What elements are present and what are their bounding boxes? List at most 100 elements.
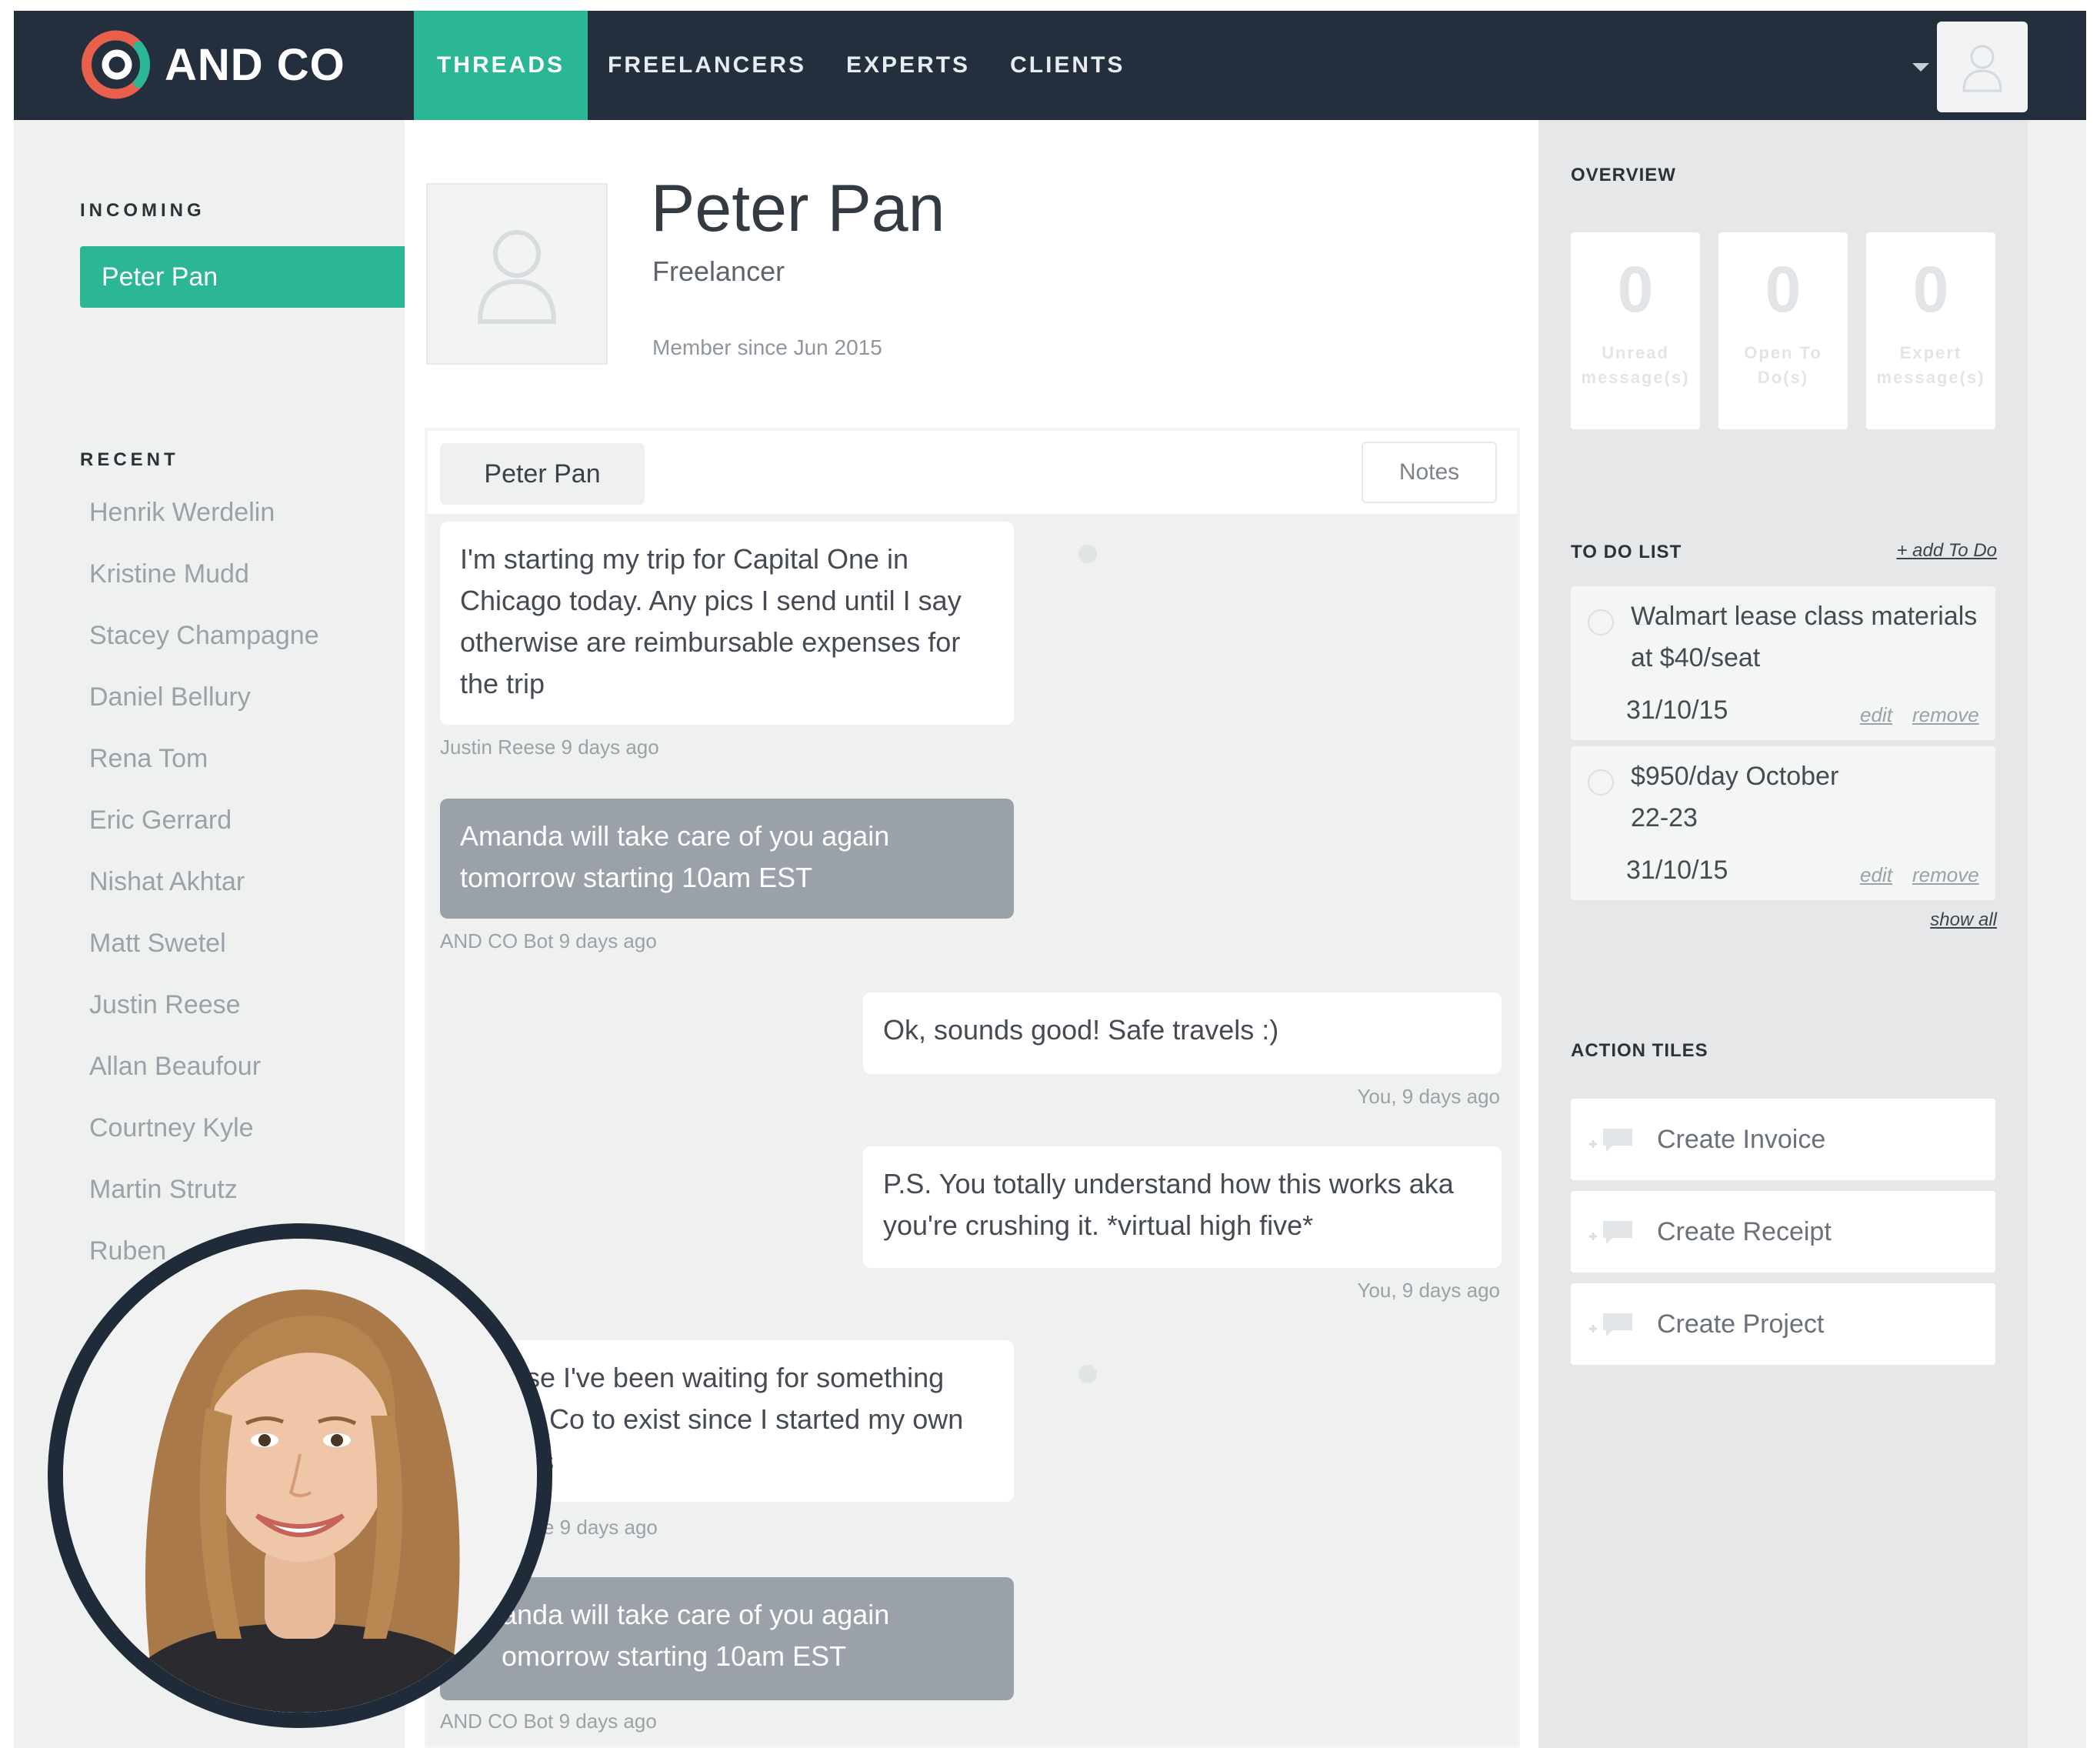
recent-thread-item[interactable]: Allan Beaufour — [89, 1036, 319, 1097]
recent-heading: RECENT — [80, 449, 179, 470]
circle-check-icon[interactable] — [1588, 609, 1614, 635]
stat-label: Open To Do(s) — [1718, 341, 1848, 390]
todo-date: 31/10/15 — [1626, 856, 1728, 885]
notes-button[interactable]: Notes — [1362, 442, 1497, 503]
read-indicator-dot — [1078, 1365, 1097, 1383]
message-line: the trip — [460, 668, 545, 699]
message-line: ss — [526, 1440, 994, 1482]
message-bubble-outgoing: P.S. You totally understand how this wor… — [863, 1146, 1502, 1268]
message-line: Chicago today. Any pics I send until I s… — [460, 585, 962, 616]
recent-thread-item[interactable]: Daniel Bellury — [89, 666, 319, 728]
stat-label-line: Unread — [1602, 343, 1669, 362]
todo-text: Walmart lease class materials at $40/sea… — [1631, 595, 1985, 679]
todo-text-line: $950/day October — [1631, 762, 1839, 791]
recent-thread-item[interactable]: Justin Reese — [89, 974, 319, 1036]
recent-thread-item[interactable]: Henrik Werdelin — [89, 482, 319, 543]
show-all-todos-link[interactable]: show all — [1930, 909, 1997, 931]
nav-experts[interactable]: EXPERTS — [826, 11, 990, 120]
todo-date: 31/10/15 — [1626, 696, 1728, 725]
create-project-tile[interactable]: Create Project — [1571, 1283, 1995, 1365]
stat-label-line: Do(s) — [1757, 368, 1809, 387]
read-indicator-dot — [1078, 545, 1097, 563]
todo-heading: TO DO LIST — [1571, 542, 1682, 562]
brand-logo[interactable]: AND CO — [78, 26, 345, 103]
recent-thread-item[interactable]: Martin Strutz — [89, 1159, 319, 1220]
tile-label: Create Project — [1657, 1309, 1825, 1339]
create-invoice-tile[interactable]: Create Invoice — [1571, 1099, 1995, 1180]
recent-thread-item[interactable]: Rena Tom — [89, 728, 319, 789]
stat-expert-messages[interactable]: 0 Expert message(s) — [1866, 232, 1995, 429]
tile-label: Create Receipt — [1657, 1216, 1832, 1246]
message-line: tomorrow starting 10am EST — [460, 862, 813, 893]
incoming-thread-item[interactable]: Peter Pan — [80, 246, 405, 308]
circle-check-icon[interactable] — [1588, 769, 1614, 796]
todo-remove-link[interactable]: remove — [1912, 863, 1979, 887]
profile-role: Freelancer — [652, 255, 785, 287]
overview-heading: OVERVIEW — [1571, 165, 1676, 185]
stat-label-line: Expert — [1899, 343, 1962, 362]
message-meta: You, 9 days ago — [1357, 1279, 1500, 1302]
todo-item[interactable]: $950/day October 22-23 31/10/15 edit rem… — [1571, 746, 1995, 900]
flag-plus-icon — [1589, 1129, 1632, 1152]
tab-conversation[interactable]: Peter Pan — [440, 443, 645, 505]
message-bubble-bot: Amanda will take care of you again tomor… — [440, 799, 1014, 919]
recent-thread-item[interactable]: Eric Gerrard — [89, 789, 319, 851]
message-thread: Peter Pan Notes I'm starting my trip for… — [425, 428, 1520, 1748]
profile-avatar — [426, 183, 608, 365]
stat-value: 0 — [1912, 253, 1949, 325]
person-silhouette-icon — [477, 230, 557, 324]
thread-main: Peter Pan Freelancer Member since Jun 20… — [405, 120, 1538, 1748]
main-nav: THREADS FREELANCERS EXPERTS CLIENTS — [414, 11, 1145, 120]
message-meta: AND CO Bot 9 days ago — [440, 1710, 657, 1733]
stat-label-line: message(s) — [1581, 368, 1690, 387]
nav-threads[interactable]: THREADS — [414, 11, 588, 120]
recent-thread-item[interactable]: Kristine Mudd — [89, 543, 319, 605]
page-gutter — [2028, 120, 2086, 1748]
flag-plus-icon — [1589, 1313, 1632, 1336]
message-meta: AND CO Bot 9 days ago — [440, 929, 657, 952]
stat-label: Expert message(s) — [1866, 341, 1995, 390]
stat-label-line: message(s) — [1876, 368, 1985, 387]
message-line: otherwise are reimbursable expenses for — [460, 626, 961, 658]
nav-freelancers[interactable]: FREELANCERS — [588, 11, 826, 120]
todo-edit-link[interactable]: edit — [1860, 863, 1892, 887]
todo-text-line: Walmart lease class materials — [1631, 602, 1978, 631]
member-since: Member since Jun 2015 — [652, 335, 882, 359]
todo-text-line: 22-23 — [1631, 803, 1698, 832]
recent-thread-item[interactable]: Nishat Akhtar — [89, 851, 319, 912]
todo-text: $950/day October 22-23 — [1631, 756, 1985, 839]
message-line: omorrow starting 10am EST — [502, 1640, 847, 1672]
recent-thread-item[interactable]: Courtney Kyle — [89, 1097, 319, 1159]
message-line: I'm starting my trip for Capital One in — [460, 543, 909, 575]
tile-label: Create Invoice — [1657, 1124, 1826, 1154]
todo-item[interactable]: Walmart lease class materials at $40/sea… — [1571, 586, 1995, 740]
message-line: Amanda will take care of you again — [460, 820, 890, 852]
nav-clients[interactable]: CLIENTS — [990, 11, 1145, 120]
recent-thread-item[interactable]: Matt Swetel — [89, 912, 319, 974]
message-line: anda will take care of you again — [502, 1599, 890, 1630]
incoming-heading: INCOMING — [80, 200, 205, 221]
message-bubble-bot: anda will take care of you again omorrow… — [440, 1577, 1014, 1700]
create-receipt-tile[interactable]: Create Receipt — [1571, 1191, 1995, 1273]
stat-label-line: Open To — [1744, 343, 1822, 362]
caret-down-icon[interactable] — [1912, 63, 1929, 72]
recent-thread-item[interactable]: Stacey Champagne — [89, 605, 319, 666]
stat-value: 0 — [1617, 253, 1654, 325]
testimonial-portrait — [48, 1223, 552, 1728]
stat-label: Unread message(s) — [1571, 341, 1700, 390]
add-todo-link[interactable]: + add To Do — [1896, 540, 1997, 562]
message-meta: You, 9 days ago — [1357, 1085, 1500, 1108]
message-line: d Co to exist since I started my own — [526, 1403, 964, 1435]
stat-unread-messages[interactable]: 0 Unread message(s) — [1571, 232, 1700, 429]
message-line: you're crushing it. *virtual high five* — [883, 1209, 1314, 1241]
todo-remove-link[interactable]: remove — [1912, 703, 1979, 727]
todo-text-line: at $40/seat — [1631, 643, 1761, 672]
stat-open-todos[interactable]: 0 Open To Do(s) — [1718, 232, 1848, 429]
recent-thread-list: Henrik Werdelin Kristine Mudd Stacey Cha… — [89, 482, 319, 1282]
andco-logo-icon — [82, 30, 150, 99]
thread-header: Peter Pan Notes — [428, 431, 1517, 514]
todo-edit-link[interactable]: edit — [1860, 703, 1892, 727]
user-avatar-button[interactable] — [1937, 22, 2028, 112]
overview-panel: OVERVIEW 0 Unread message(s) 0 Open To D… — [1538, 120, 2028, 1748]
message-line: se I've been waiting for something — [526, 1362, 945, 1393]
